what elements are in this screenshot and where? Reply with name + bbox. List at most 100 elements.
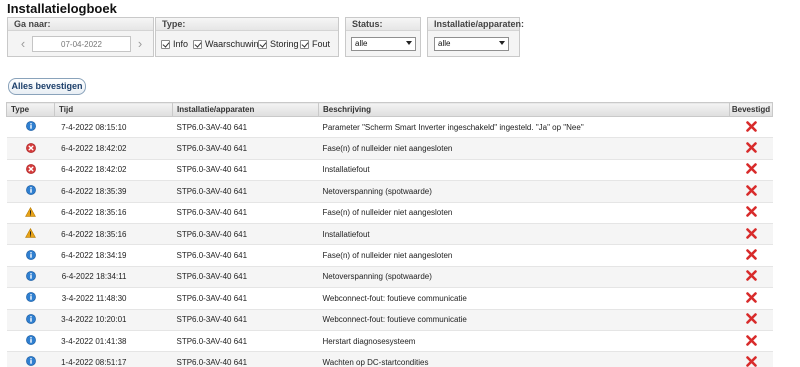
- checkbox-label: Storing: [270, 39, 299, 49]
- type-filter-storing[interactable]: Storing: [258, 39, 299, 49]
- time-cell: 7-4-2022 08:15:10: [54, 116, 173, 139]
- confirmed-cell: [729, 137, 773, 160]
- confirmed-cell: [729, 159, 773, 182]
- time-cell: 6-4-2022 18:34:11: [54, 266, 173, 289]
- status-filter-label: Status:: [346, 18, 420, 31]
- goto-label: Ga naar:: [8, 18, 153, 31]
- cross-icon[interactable]: [745, 270, 757, 283]
- device-cell: STP6.0-3AV-40 641: [172, 137, 319, 160]
- time-cell: 6-4-2022 18:42:02: [54, 159, 173, 182]
- col-confirmed[interactable]: Bevestigd: [729, 102, 773, 117]
- checkbox[interactable]: [193, 39, 202, 49]
- table-row[interactable]: 6-4-2022 18:35:39 STP6.0-3AV-40 641 Netove…: [6, 180, 773, 203]
- chevron-down-icon: [406, 41, 412, 45]
- chevron-right-icon[interactable]: ›: [135, 37, 145, 51]
- device-cell: STP6.0-3AV-40 641: [172, 159, 319, 182]
- type-cell: [6, 266, 55, 289]
- time-cell: 6-4-2022 18:35:16: [54, 202, 173, 224]
- cross-icon[interactable]: [745, 120, 757, 134]
- date-input[interactable]: [32, 36, 131, 52]
- device-filter-panel: Installatie/apparaten: alle: [427, 17, 524, 57]
- description-cell: Installatiefout: [318, 159, 730, 182]
- confirmed-cell: [729, 266, 773, 289]
- type-cell: [6, 202, 55, 224]
- description-cell: Fase(n) of nulleider niet aangesloten: [318, 137, 730, 160]
- type-cell: [6, 244, 55, 267]
- table-row[interactable]: 6-4-2022 18:34:11 STP6.0-3AV-40 641 Netove…: [6, 266, 773, 289]
- device-filter-label: Installatie/apparaten:: [428, 18, 524, 31]
- cross-icon[interactable]: [745, 142, 757, 155]
- table-row[interactable]: 6-4-2022 18:35:16 STP6.0-3AV-40 641 Fase(n…: [6, 202, 773, 224]
- cross-icon[interactable]: [745, 206, 757, 219]
- col-type[interactable]: Type: [6, 102, 55, 117]
- device-select[interactable]: alle: [434, 37, 509, 51]
- type-cell: [6, 287, 55, 310]
- device-cell: STP6.0-3AV-40 641: [172, 266, 319, 289]
- type-filter-panel: Type: Info Waarschuwing Storing Fout: [155, 17, 339, 57]
- status-select-value: alle: [355, 39, 368, 48]
- info-icon: [25, 292, 36, 304]
- time-cell: 1-4-2022 08:51:17: [54, 351, 173, 367]
- col-time[interactable]: Tijd: [54, 102, 173, 117]
- event-log-table: Type Tijd Installatie/apparaten Beschrij…: [6, 102, 773, 367]
- table-row[interactable]: 6-4-2022 18:35:16 STP6.0-3AV-40 641 Instal…: [6, 223, 773, 246]
- device-cell: STP6.0-3AV-40 641: [172, 180, 319, 203]
- device-cell: STP6.0-3AV-40 641: [172, 351, 319, 367]
- info-icon: [25, 249, 36, 262]
- cross-icon[interactable]: [745, 292, 757, 305]
- type-cell: [6, 223, 55, 246]
- table-row[interactable]: 6-4-2022 18:34:19 STP6.0-3AV-40 641 Fase(n…: [6, 244, 773, 267]
- checkbox[interactable]: [258, 39, 267, 49]
- confirmed-cell: [729, 330, 773, 353]
- type-filter-fout[interactable]: Fout: [300, 39, 330, 49]
- time-cell: 3-4-2022 10:20:01: [54, 309, 173, 331]
- status-select[interactable]: alle: [351, 37, 416, 51]
- cross-icon[interactable]: [745, 334, 757, 348]
- table-row[interactable]: 3-4-2022 01:41:38 STP6.0-3AV-40 641 Hersta…: [6, 330, 773, 353]
- time-cell: 6-4-2022 18:35:16: [54, 223, 173, 246]
- confirmed-cell: [729, 116, 773, 139]
- confirmed-cell: [729, 287, 773, 310]
- description-cell: Fase(n) of nulleider niet aangesloten: [318, 202, 730, 224]
- description-cell: Herstart diagnosesysteem: [318, 330, 730, 353]
- chevron-left-icon[interactable]: ‹: [18, 37, 28, 51]
- info-icon: [25, 185, 36, 197]
- col-description[interactable]: Beschrijving: [318, 102, 730, 117]
- cross-icon[interactable]: [745, 163, 757, 176]
- error-icon: [25, 164, 36, 176]
- description-cell: Fase(n) of nulleider niet aangesloten: [318, 244, 730, 267]
- info-icon: [25, 121, 36, 133]
- cross-icon[interactable]: [745, 356, 757, 367]
- confirm-all-button[interactable]: Alles bevestigen: [8, 78, 86, 95]
- type-filter-waarschuwing[interactable]: Waarschuwing: [193, 39, 264, 49]
- device-cell: STP6.0-3AV-40 641: [172, 116, 319, 139]
- time-cell: 3-4-2022 01:41:38: [54, 330, 173, 353]
- confirmed-cell: [729, 202, 773, 224]
- table-row[interactable]: 3-4-2022 11:48:30 STP6.0-3AV-40 641 Webcon…: [6, 287, 773, 310]
- info-icon: [25, 313, 36, 326]
- description-cell: Webconnect-fout: foutieve communicatie: [318, 309, 730, 331]
- device-select-value: alle: [438, 39, 451, 48]
- type-filter-info[interactable]: Info: [161, 39, 188, 49]
- cross-icon[interactable]: [745, 227, 757, 241]
- device-cell: STP6.0-3AV-40 641: [172, 330, 319, 353]
- cross-icon[interactable]: [745, 249, 757, 262]
- table-row[interactable]: 7-4-2022 08:15:10 STP6.0-3AV-40 641 Parame…: [6, 116, 773, 139]
- checkbox[interactable]: [300, 39, 309, 49]
- error-icon: [25, 142, 36, 155]
- cross-icon[interactable]: [745, 313, 757, 326]
- checkbox[interactable]: [161, 39, 170, 49]
- type-cell: [6, 309, 55, 331]
- confirmed-cell: [729, 309, 773, 331]
- info-icon: [25, 356, 36, 367]
- table-row[interactable]: 1-4-2022 08:51:17 STP6.0-3AV-40 641 Wachte…: [6, 351, 773, 367]
- table-row[interactable]: 6-4-2022 18:42:02 STP6.0-3AV-40 641 Instal…: [6, 159, 773, 182]
- table-row[interactable]: 3-4-2022 10:20:01 STP6.0-3AV-40 641 Webcon…: [6, 309, 773, 331]
- cross-icon[interactable]: [745, 185, 757, 198]
- page-title: Installatielogboek: [7, 1, 117, 16]
- time-cell: 6-4-2022 18:35:39: [54, 180, 173, 203]
- time-cell: 6-4-2022 18:34:19: [54, 244, 173, 267]
- col-device[interactable]: Installatie/apparaten: [172, 102, 319, 117]
- table-row[interactable]: 6-4-2022 18:42:02 STP6.0-3AV-40 641 Fase(n…: [6, 137, 773, 160]
- description-cell: Netoverspanning (spotwaarde): [318, 180, 730, 203]
